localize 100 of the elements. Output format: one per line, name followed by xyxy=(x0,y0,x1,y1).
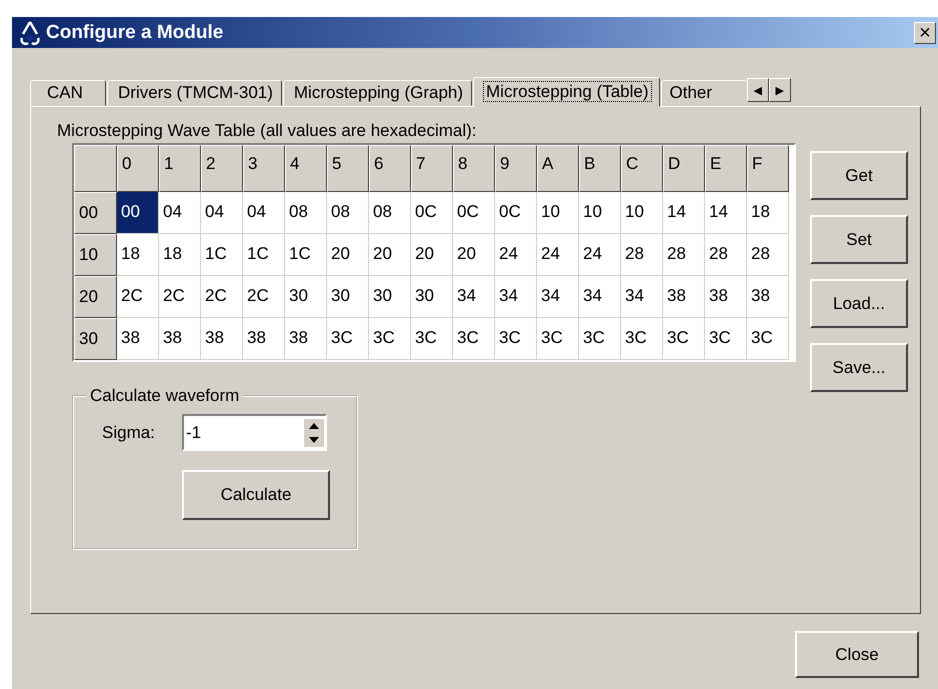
table-cell[interactable]: 38 xyxy=(663,276,705,318)
table-cell[interactable]: 3C xyxy=(663,318,705,360)
action-button[interactable]: Load... xyxy=(810,279,908,328)
table-cell[interactable]: 2C xyxy=(159,276,201,318)
tab[interactable]: CAN xyxy=(30,80,106,106)
table-cell[interactable]: 08 xyxy=(285,192,327,234)
table-cell[interactable]: 0C xyxy=(453,192,495,234)
column-header: C xyxy=(621,145,663,192)
table-cell[interactable]: 1C xyxy=(243,234,285,276)
table-cell[interactable]: 3C xyxy=(621,318,663,360)
table-cell[interactable]: 30 xyxy=(327,276,369,318)
action-button[interactable]: Set xyxy=(810,215,908,264)
table-caption: Microstepping Wave Table (all values are hexadecimal): xyxy=(57,121,478,141)
table-cell[interactable]: 10 xyxy=(537,192,579,234)
table-cell[interactable]: 3C xyxy=(705,318,747,360)
close-dialog-button[interactable]: Close xyxy=(795,631,919,678)
table-cell[interactable]: 0C xyxy=(411,192,453,234)
table-cell[interactable]: 38 xyxy=(201,318,243,360)
row-header: 00 xyxy=(74,192,117,234)
table-cell[interactable]: 04 xyxy=(243,192,285,234)
table-cell[interactable]: 20 xyxy=(453,234,495,276)
table-cell[interactable]: 10 xyxy=(621,192,663,234)
table-cell[interactable]: 14 xyxy=(663,192,705,234)
table-cell[interactable]: 20 xyxy=(369,234,411,276)
column-header: 4 xyxy=(285,145,327,192)
table-cell[interactable]: 34 xyxy=(453,276,495,318)
table-cell[interactable]: 18 xyxy=(747,192,789,234)
table-cell[interactable]: 34 xyxy=(495,276,537,318)
table-cell[interactable]: 38 xyxy=(159,318,201,360)
tab-scroll-button[interactable]: ▶ xyxy=(768,78,791,102)
tab-scroll-button[interactable]: ◀ xyxy=(746,78,769,102)
table-cell[interactable]: 2C xyxy=(243,276,285,318)
table-cell[interactable]: 38 xyxy=(747,276,789,318)
spin-up-icon[interactable] xyxy=(304,418,324,432)
column-header: D xyxy=(663,145,705,192)
table-cell[interactable]: 30 xyxy=(411,276,453,318)
column-header: E xyxy=(705,145,747,192)
table-cell[interactable]: 3C xyxy=(495,318,537,360)
column-header: B xyxy=(579,145,621,192)
table-cell[interactable]: 34 xyxy=(621,276,663,318)
table-cell[interactable]: 38 xyxy=(285,318,327,360)
table-cell[interactable]: 24 xyxy=(537,234,579,276)
table-cell[interactable]: 1C xyxy=(285,234,327,276)
table-cell[interactable]: 04 xyxy=(201,192,243,234)
close-button[interactable]: × xyxy=(914,22,936,44)
tab[interactable]: Drivers (TMCM-301) xyxy=(107,80,282,106)
table-cell[interactable]: 34 xyxy=(579,276,621,318)
column-header: F xyxy=(747,145,789,192)
table-cell[interactable]: 30 xyxy=(285,276,327,318)
column-header: 3 xyxy=(243,145,285,192)
table-cell[interactable]: 1C xyxy=(201,234,243,276)
table-cell[interactable]: 38 xyxy=(243,318,285,360)
tab[interactable]: Microstepping (Graph) xyxy=(282,80,472,106)
spin-down-icon[interactable] xyxy=(304,432,324,446)
tab[interactable]: Other xyxy=(660,80,747,106)
table-cell[interactable]: 18 xyxy=(117,234,159,276)
column-header: A xyxy=(537,145,579,192)
table-cell[interactable]: 18 xyxy=(159,234,201,276)
table-cell[interactable]: 30 xyxy=(369,276,411,318)
action-button[interactable]: Get xyxy=(810,151,908,200)
table-cell[interactable]: 2C xyxy=(201,276,243,318)
table-cell[interactable]: 2C xyxy=(117,276,159,318)
column-header: 8 xyxy=(453,145,495,192)
table-cell[interactable]: 00 xyxy=(117,192,159,234)
table-cell[interactable]: 3C xyxy=(411,318,453,360)
tab[interactable]: Microstepping (Table) xyxy=(473,77,660,107)
column-header: 0 xyxy=(117,145,159,192)
table-cell[interactable]: 28 xyxy=(621,234,663,276)
table-cell[interactable]: 28 xyxy=(663,234,705,276)
table-cell[interactable]: 3C xyxy=(537,318,579,360)
table-cell[interactable]: 24 xyxy=(579,234,621,276)
table-cell[interactable]: 0C xyxy=(495,192,537,234)
column-header: 6 xyxy=(369,145,411,192)
table-cell[interactable]: 10 xyxy=(579,192,621,234)
table-cell[interactable]: 08 xyxy=(327,192,369,234)
table-cell[interactable]: 38 xyxy=(705,276,747,318)
table-cell[interactable]: 3C xyxy=(747,318,789,360)
row-header: 30 xyxy=(74,318,117,360)
table-cell[interactable]: 3C xyxy=(579,318,621,360)
table-cell[interactable]: 14 xyxy=(705,192,747,234)
table-cell[interactable]: 28 xyxy=(705,234,747,276)
table-cell[interactable]: 20 xyxy=(327,234,369,276)
sigma-label: Sigma: xyxy=(102,422,156,442)
sigma-spinbox[interactable]: -1 xyxy=(182,414,327,451)
table-cell[interactable]: 08 xyxy=(369,192,411,234)
action-button[interactable]: Save... xyxy=(810,343,908,392)
table-cell[interactable]: 38 xyxy=(117,318,159,360)
table-cell[interactable]: 28 xyxy=(747,234,789,276)
column-header: 5 xyxy=(327,145,369,192)
table-cell[interactable]: 3C xyxy=(327,318,369,360)
window-title: Configure a Module xyxy=(46,22,224,44)
row-header: 10 xyxy=(74,234,117,276)
table-cell[interactable]: 20 xyxy=(411,234,453,276)
calculate-button[interactable]: Calculate xyxy=(182,470,330,520)
table-cell[interactable]: 24 xyxy=(495,234,537,276)
table-cell[interactable]: 34 xyxy=(537,276,579,318)
group-title: Calculate waveform xyxy=(89,386,240,406)
table-cell[interactable]: 04 xyxy=(159,192,201,234)
table-cell[interactable]: 3C xyxy=(369,318,411,360)
table-cell[interactable]: 3C xyxy=(453,318,495,360)
